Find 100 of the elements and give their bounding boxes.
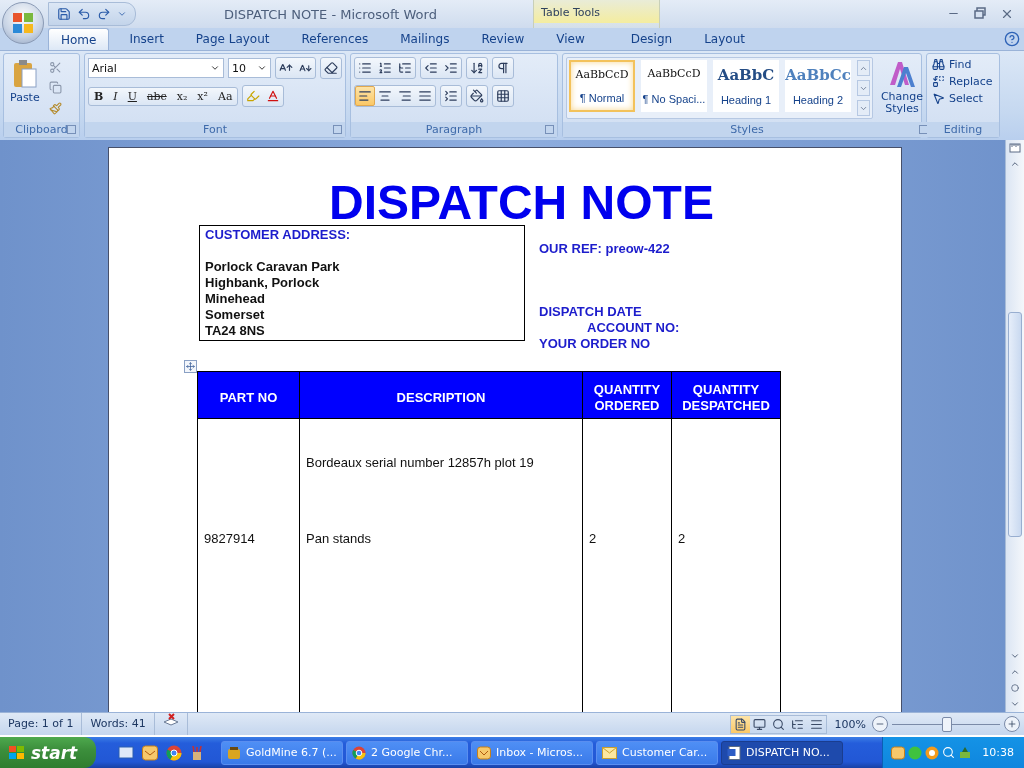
close-button[interactable] xyxy=(1000,7,1014,21)
word-count[interactable]: Words: 41 xyxy=(82,713,155,735)
group-label: Clipboard xyxy=(4,122,79,137)
table-cell: Pan stands xyxy=(306,531,372,546)
ribbon-tab[interactable]: References xyxy=(285,28,385,50)
zoom-level[interactable]: 100% xyxy=(834,717,866,731)
style-tile[interactable]: AaBbC Heading 1 xyxy=(713,60,779,112)
format-button[interactable]: x₂ xyxy=(171,87,193,105)
page-icon xyxy=(733,717,747,731)
address-heading: CUSTOMER ADDRESS: xyxy=(205,227,352,243)
office-logo-icon xyxy=(11,11,35,35)
taskbar-button[interactable]: Customer Car... xyxy=(596,740,718,765)
scroll-thumb[interactable] xyxy=(1008,312,1022,537)
binoculars-icon xyxy=(932,58,945,71)
caret-icon xyxy=(210,63,220,73)
table-move-icon[interactable] xyxy=(184,360,197,373)
document-title: DISPATCH NOTE xyxy=(329,175,715,230)
pot-icon xyxy=(227,745,241,760)
magnifier-icon xyxy=(771,717,785,731)
column-header: DESCRIPTION xyxy=(300,371,583,419)
windows-logo-icon xyxy=(8,744,26,761)
dispatch-date-label: DISPATCH DATE xyxy=(539,304,643,320)
taskbar-button[interactable]: DISPATCH NO... xyxy=(721,740,843,765)
lines-icon xyxy=(809,717,823,731)
clock: 10:38 xyxy=(982,746,1014,759)
help-icon[interactable] xyxy=(1004,31,1020,47)
font-name-field[interactable]: Arial xyxy=(88,58,224,78)
ribbon-tab[interactable]: Insert xyxy=(113,28,180,50)
status-dot-icon xyxy=(908,745,922,760)
ribbon-tab[interactable]: Home xyxy=(48,28,110,50)
zoom-slider-thumb[interactable] xyxy=(942,716,952,732)
column-header: PART NO xyxy=(198,371,300,419)
table-cell: 2 xyxy=(589,531,597,546)
clipboard-icon xyxy=(11,59,38,89)
ruler-icon[interactable] xyxy=(1007,140,1023,156)
format-button[interactable]: I xyxy=(108,87,123,105)
column-header: QUANTITY ORDERED xyxy=(583,371,672,419)
format-button[interactable]: B xyxy=(89,87,109,105)
style-tile[interactable]: AaBbCcD ¶ Normal xyxy=(569,60,635,112)
format-button[interactable]: U xyxy=(122,87,142,105)
plus-icon xyxy=(1007,719,1017,729)
editing-button[interactable]: Select xyxy=(930,91,995,106)
editing-button[interactable]: Find xyxy=(930,57,995,72)
close-icon xyxy=(1000,7,1014,21)
browser-icon[interactable] xyxy=(166,744,182,761)
outline-icon xyxy=(790,717,804,731)
group-label: Editing xyxy=(927,122,999,137)
browser-icon xyxy=(352,745,366,760)
address-line: Minehead xyxy=(205,291,266,307)
address-line: Porlock Caravan Park xyxy=(205,259,341,275)
zoom-in-button[interactable] xyxy=(1004,716,1020,732)
document-icon xyxy=(727,745,741,760)
order-no-label: YOUR ORDER NO xyxy=(539,336,652,352)
group-label: Paragraph xyxy=(351,122,557,137)
address-line: Somerset xyxy=(205,307,266,323)
style-tile[interactable]: AaBbCc Heading 2 xyxy=(785,60,851,112)
format-button[interactable]: Aa xyxy=(212,87,238,105)
format-button[interactable]: abc xyxy=(141,87,172,105)
envelope-icon xyxy=(602,746,617,759)
taskbar-button[interactable]: 2 Google Chr... xyxy=(346,740,468,765)
change-styles-button[interactable]: Change Styles xyxy=(876,57,928,119)
restore-button[interactable] xyxy=(974,7,986,21)
ribbon-tab[interactable]: View xyxy=(540,28,601,50)
paste-button[interactable]: Paste xyxy=(7,57,43,119)
pencil-cup-icon[interactable] xyxy=(190,744,204,761)
table-cell: 9827914 xyxy=(204,531,255,546)
format-button[interactable]: x² xyxy=(192,87,213,105)
customize-caret-icon[interactable] xyxy=(117,9,127,19)
ribbon-tab[interactable]: Layout xyxy=(688,28,761,50)
office-button[interactable] xyxy=(2,2,44,44)
editing-button[interactable]: Replace xyxy=(930,74,995,89)
screen-icon xyxy=(752,717,766,731)
network-icon xyxy=(958,745,972,760)
table-cell: 2 xyxy=(678,531,686,546)
caret-icon xyxy=(257,63,267,73)
font-size-field[interactable]: 10 xyxy=(228,58,271,78)
align-left-icon[interactable] xyxy=(355,86,375,106)
start-button[interactable]: start xyxy=(0,737,96,768)
replace-icon xyxy=(932,75,945,88)
ribbon-tab[interactable]: Page Layout xyxy=(179,28,286,50)
address-line: TA24 8NS xyxy=(205,323,266,339)
window-title: DISPATCH NOTE - Microsoft Word xyxy=(224,6,437,22)
zoom-out-button[interactable] xyxy=(872,716,888,732)
ribbon-tab[interactable]: Design xyxy=(614,28,689,50)
our-ref: OUR REF: preow-422 xyxy=(539,241,671,257)
column-header: QUANTITY DESPATCHED xyxy=(672,371,781,419)
letters-icon xyxy=(887,59,917,89)
account-no-label: ACCOUNT NO: xyxy=(587,320,680,336)
redo-icon[interactable] xyxy=(97,7,111,21)
page-count[interactable]: Page: 1 of 1 xyxy=(0,713,83,735)
save-icon[interactable] xyxy=(57,7,71,21)
taskbar-button[interactable]: Inbox - Micros... xyxy=(471,740,593,765)
undo-icon[interactable] xyxy=(77,7,91,21)
ribbon-tab[interactable]: Review xyxy=(465,28,541,50)
style-tile[interactable]: AaBbCcD ¶ No Spaci... xyxy=(641,60,707,112)
desktop-icon[interactable] xyxy=(118,744,134,761)
view-button[interactable] xyxy=(730,715,750,733)
taskbar-button[interactable]: GoldMine 6.7 (... xyxy=(221,740,343,765)
magnifier-icon xyxy=(942,746,955,759)
ribbon-tab[interactable]: Mailings xyxy=(384,28,466,50)
